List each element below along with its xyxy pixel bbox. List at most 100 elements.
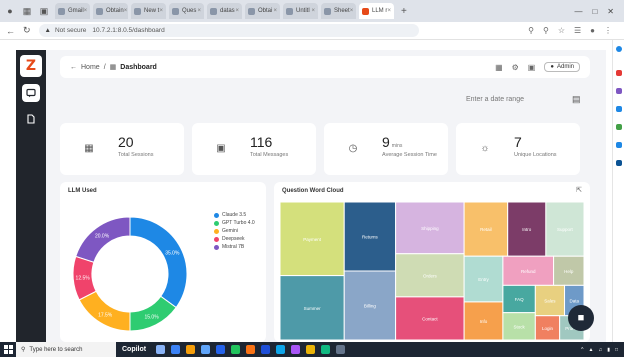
network-icon[interactable]: ▲ xyxy=(589,347,594,353)
minimize-icon[interactable]: — xyxy=(574,7,582,16)
browser-tab[interactable]: Obtain × xyxy=(93,3,128,19)
tab-close-icon[interactable]: × xyxy=(311,8,315,14)
donut-slice[interactable] xyxy=(78,290,131,332)
start-button[interactable] xyxy=(0,342,16,357)
treemap-cell-label: Payment xyxy=(303,237,322,242)
legend-item[interactable]: GPT Turbo 4.0 xyxy=(214,220,255,226)
side-app-icon[interactable] xyxy=(616,142,622,148)
reload-icon[interactable]: ↻ xyxy=(23,25,31,36)
browser-tab[interactable]: Obtai × xyxy=(245,3,280,19)
excel-icon[interactable] xyxy=(231,345,241,354)
settings-icon[interactable]: ⚙ xyxy=(512,63,519,72)
side-app-icon[interactable] xyxy=(616,88,622,94)
maximize-icon[interactable]: □ xyxy=(592,7,597,16)
browser-tab[interactable]: New t × xyxy=(131,3,166,19)
tab-close-icon[interactable]: × xyxy=(350,8,354,14)
browser-tab[interactable]: Sheet × xyxy=(321,3,356,19)
battery-icon[interactable]: ▮ xyxy=(607,347,610,353)
side-app-icon[interactable] xyxy=(616,124,622,130)
browser-tab[interactable]: Ques × xyxy=(169,3,204,19)
donut-slice[interactable] xyxy=(129,216,188,309)
tab-actions-icon[interactable]: ▣ xyxy=(38,5,50,17)
message-icon: ▣ xyxy=(216,142,226,154)
user-menu-button[interactable]: ● Admin xyxy=(544,62,580,72)
app-icon[interactable] xyxy=(336,345,346,354)
breadcrumb-home[interactable]: Home xyxy=(81,64,100,71)
teams-icon[interactable] xyxy=(276,345,286,354)
edge-icon[interactable] xyxy=(171,345,181,354)
stat-card-locations: ☼ 7 Unique Locations xyxy=(456,123,580,175)
app-icon[interactable] xyxy=(321,345,331,354)
browser-side-panel xyxy=(612,40,624,342)
calendar-icon[interactable]: ▤ xyxy=(572,94,581,105)
tab-grid-icon[interactable]: ▦ xyxy=(21,5,33,17)
profile-avatar-icon[interactable]: ● xyxy=(590,26,595,35)
side-app-icon[interactable] xyxy=(616,160,622,166)
user-menu-label: Admin xyxy=(556,64,574,70)
llm-used-panel: LLM Used 35.0% 15.0% 17.5% 12.5% 20.0% Claud… xyxy=(60,182,266,342)
treemap-cell-label: Login xyxy=(542,326,554,331)
arrow-icon[interactable]: ← xyxy=(70,64,77,71)
treemap-cell-label: Orders xyxy=(423,273,438,278)
legend-item[interactable]: Claude 3.5 xyxy=(214,212,255,218)
browser-tab[interactable]: Untitl × xyxy=(283,3,318,19)
security-label: Not secure xyxy=(54,27,87,34)
mail-icon[interactable] xyxy=(201,345,211,354)
tab-close-icon[interactable]: × xyxy=(197,8,201,14)
copilot-button[interactable]: Copilot xyxy=(122,346,146,353)
browser-tab[interactable]: datas × xyxy=(207,3,242,19)
notification-icon[interactable]: □ xyxy=(615,347,618,353)
powerpoint-icon[interactable] xyxy=(246,345,256,354)
star-icon[interactable]: ☆ xyxy=(558,26,565,35)
sidebar-item-documents[interactable] xyxy=(22,110,40,128)
legend-item[interactable]: Gemini xyxy=(214,228,255,234)
browser-tab[interactable]: LLM r × xyxy=(359,3,394,19)
chevron-up-icon[interactable]: ^ xyxy=(581,347,583,353)
chat-fab-button[interactable]: ■ xyxy=(568,305,594,331)
legend-item[interactable]: Mistral 7B xyxy=(214,244,255,250)
tab-close-icon[interactable]: × xyxy=(273,8,277,14)
app-logo[interactable]: Z xyxy=(20,55,42,77)
file-explorer-icon[interactable] xyxy=(186,345,196,354)
task-view-icon[interactable] xyxy=(156,345,166,354)
donut-slice[interactable] xyxy=(75,216,131,263)
profile-icon[interactable]: ● xyxy=(4,5,16,17)
tab-close-icon[interactable]: × xyxy=(387,8,391,14)
zoom-icon[interactable]: ⚲ xyxy=(543,26,549,35)
close-window-icon[interactable]: ✕ xyxy=(607,7,614,16)
date-range-input[interactable]: Enter a date range xyxy=(466,96,524,103)
browser-tab[interactable]: Gmail × xyxy=(55,3,90,19)
date-range-picker[interactable]: Enter a date range ▤ xyxy=(466,94,581,105)
outlook-icon[interactable] xyxy=(216,345,226,354)
copilot-icon[interactable] xyxy=(616,46,622,52)
volume-icon[interactable]: ♫ xyxy=(598,347,602,353)
tab-label: New t xyxy=(144,8,160,14)
side-app-icon[interactable] xyxy=(616,70,622,76)
treemap-cell-label: FAQ xyxy=(515,297,525,302)
url-field[interactable]: ▲ Not secure 10.7.2.1:8.0.5/dashboard xyxy=(38,24,419,37)
extensions-icon[interactable]: ☰ xyxy=(574,26,581,35)
word-icon[interactable] xyxy=(261,345,271,354)
tab-close-icon[interactable]: × xyxy=(159,8,163,14)
tab-close-icon[interactable]: × xyxy=(84,8,88,14)
tab-close-icon[interactable]: × xyxy=(235,8,239,14)
tab-close-icon[interactable]: × xyxy=(124,8,128,14)
back-icon[interactable]: ← xyxy=(6,26,15,36)
windows-icon xyxy=(3,345,13,354)
sidebar-item-dashboard[interactable] xyxy=(22,84,40,102)
treemap-cell-label: Data xyxy=(570,299,580,304)
chrome-icon[interactable] xyxy=(306,345,316,354)
taskbar-search[interactable]: ⚲ Type here to search xyxy=(16,342,116,357)
tab-favicon-icon xyxy=(58,7,65,15)
legend-item[interactable]: Deepseek xyxy=(214,236,255,242)
tab-favicon-icon xyxy=(286,7,293,15)
apps-icon[interactable]: ▣ xyxy=(528,63,536,72)
new-tab-button[interactable]: + xyxy=(401,6,407,17)
side-app-icon[interactable] xyxy=(616,106,622,112)
grid-view-icon[interactable]: ▦ xyxy=(495,63,503,72)
menu-icon[interactable]: ⋮ xyxy=(604,26,612,35)
key-icon[interactable]: ⚲ xyxy=(528,26,534,35)
top-bar: ← Home / ▦ Dashboard ▦ ⚙ ▣ ● Admin xyxy=(60,56,590,78)
app-icon[interactable] xyxy=(291,345,301,354)
slice-value-label: 17.5% xyxy=(98,313,113,319)
